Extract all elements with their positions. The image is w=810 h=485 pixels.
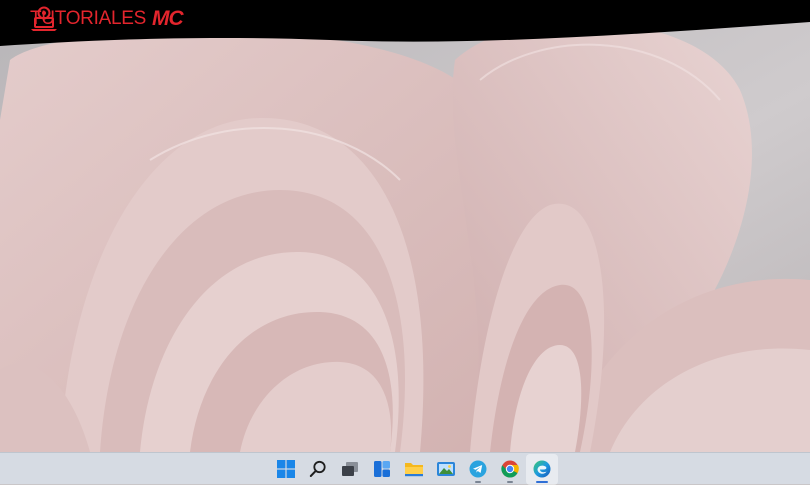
file-explorer-button[interactable] <box>398 454 430 485</box>
windows-start-icon <box>277 460 295 478</box>
running-indicator <box>507 480 513 483</box>
running-indicator <box>475 480 481 483</box>
brand-suffix: MC <box>151 7 184 30</box>
taskbar-pinned-apps <box>270 453 558 485</box>
task-view-button[interactable] <box>334 454 366 485</box>
webcam-laptop-icon <box>31 6 57 31</box>
photos-button[interactable] <box>430 454 462 485</box>
widgets-button[interactable] <box>366 454 398 485</box>
search-button[interactable] <box>302 454 334 485</box>
taskbar <box>0 452 810 485</box>
start-button[interactable] <box>270 454 302 485</box>
search-icon <box>309 460 326 477</box>
chrome-button[interactable] <box>494 454 526 485</box>
edge-icon <box>533 460 551 478</box>
desktop-wallpaper <box>0 0 810 452</box>
brand-banner: TUTORIALES MC <box>0 0 810 50</box>
task-view-icon <box>342 462 358 476</box>
edge-button[interactable] <box>526 453 558 485</box>
file-explorer-icon <box>405 463 423 477</box>
running-indicator <box>536 480 548 483</box>
brand-logo-group: TUTORIALES MC <box>30 6 184 32</box>
chrome-icon <box>501 460 519 478</box>
photos-icon <box>437 462 455 476</box>
widgets-icon <box>374 461 390 477</box>
telegram-button[interactable] <box>462 454 494 485</box>
telegram-icon <box>469 460 487 478</box>
